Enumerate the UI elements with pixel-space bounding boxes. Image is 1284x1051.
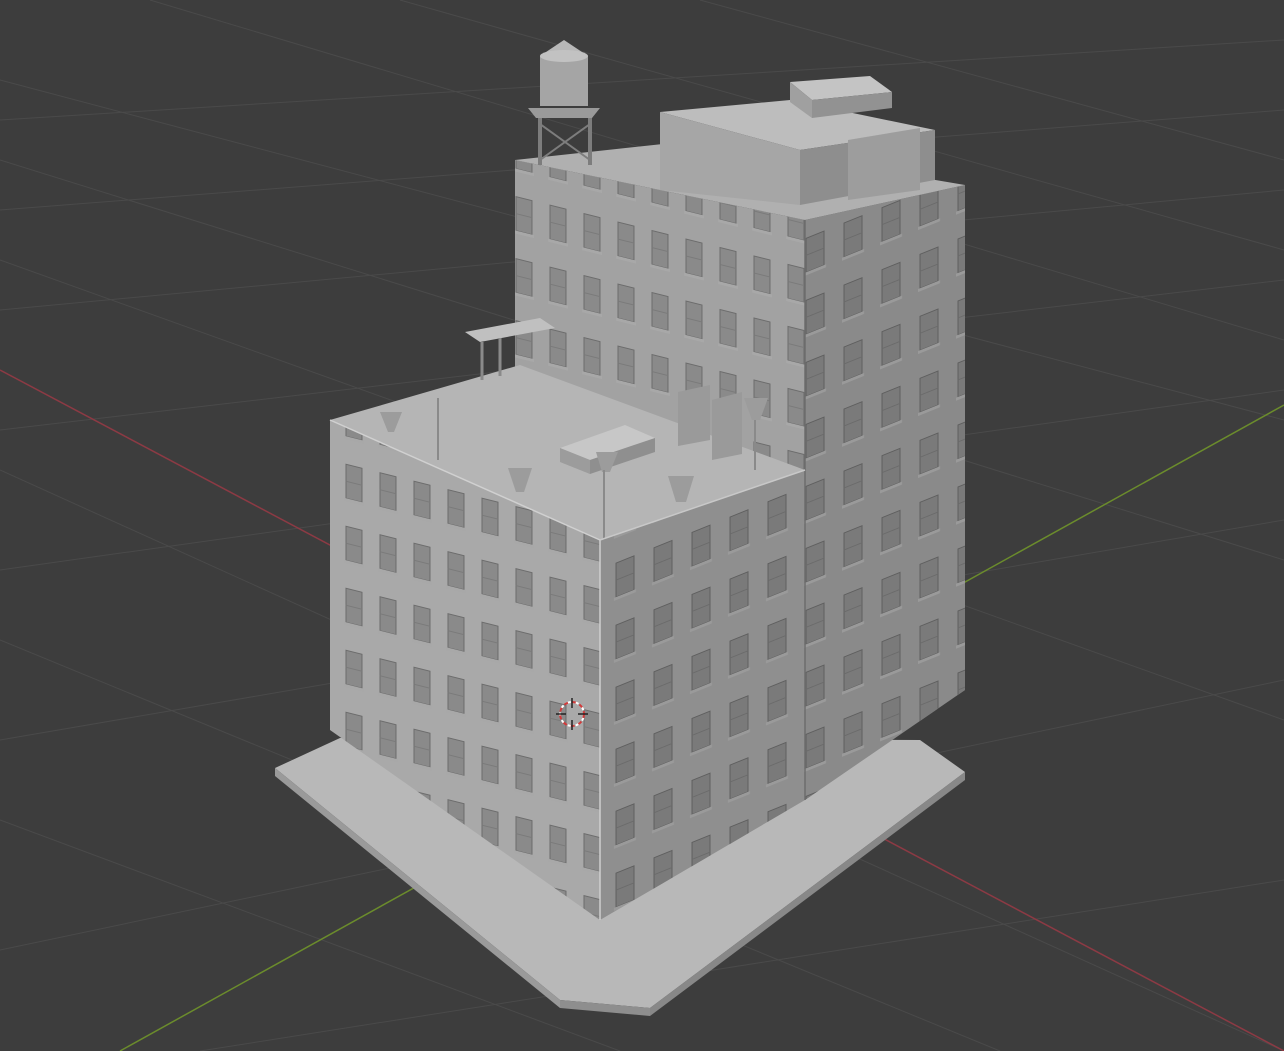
water-tower[interactable]: [528, 40, 600, 165]
3d-viewport[interactable]: [0, 0, 1284, 1051]
